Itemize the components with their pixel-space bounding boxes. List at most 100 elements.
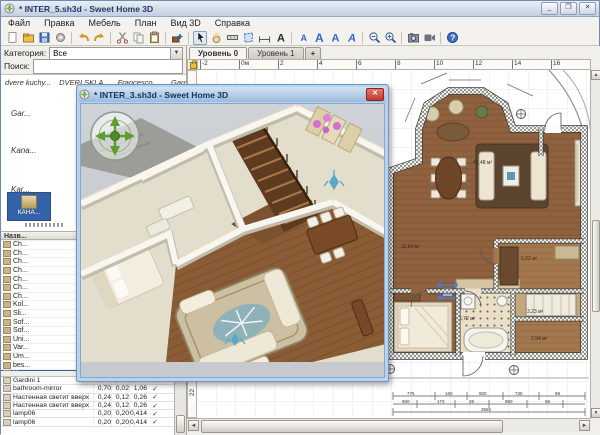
bottom-right-room-floor[interactable] (513, 319, 584, 356)
scroll-left-icon[interactable]: ◄ (188, 420, 199, 431)
3d-view-canvas[interactable] (80, 103, 385, 378)
visible-checkbox[interactable]: ✓ (147, 393, 163, 401)
desk[interactable] (500, 247, 518, 285)
menu-furniture[interactable]: Мебель (82, 17, 128, 30)
increase-text-size-icon[interactable]: A (312, 31, 326, 45)
scrollbar-thumb[interactable] (201, 420, 503, 433)
horizontal-scrollbar[interactable]: ◄ ► (187, 418, 591, 432)
close-button[interactable]: ✕ (579, 2, 596, 15)
undo-icon[interactable] (76, 31, 90, 45)
washing-machine[interactable] (461, 294, 475, 309)
furniture-icon (3, 402, 11, 409)
copy-icon[interactable] (131, 31, 145, 45)
italic-icon[interactable]: A (344, 31, 358, 45)
pan-mode-icon[interactable] (209, 31, 223, 45)
tab-level-0[interactable]: Уровень 0 (189, 47, 247, 59)
armchair[interactable] (449, 100, 463, 114)
help-icon[interactable]: ? (445, 31, 459, 45)
catalog-item[interactable]: Gar... (11, 109, 31, 118)
catalog-item[interactable]: Kana... (11, 146, 36, 155)
paste-icon[interactable] (147, 31, 161, 45)
save-icon[interactable] (37, 31, 51, 45)
visible-checkbox[interactable]: ✓ (147, 410, 163, 418)
furniture-icon (3, 327, 11, 334)
table-row[interactable]: lamp060,200,200,414✓ (1, 418, 187, 426)
menu-file[interactable]: Файл (1, 17, 37, 30)
scrollbar-thumb[interactable] (592, 220, 600, 312)
visible-checkbox[interactable]: ✓ (147, 402, 163, 410)
porch-column (510, 366, 519, 375)
lock-icon[interactable] (190, 62, 197, 69)
catalog-mini-scrollbar[interactable] (25, 223, 65, 227)
create-video-icon[interactable] (422, 31, 436, 45)
room-area-label: 5,32 м² (521, 256, 538, 262)
open-folder-icon[interactable] (21, 31, 35, 45)
minimize-button[interactable]: _ (541, 2, 558, 15)
cut-scissors-icon[interactable] (115, 31, 129, 45)
menu-plan[interactable]: План (128, 17, 164, 30)
ruler-corner (187, 59, 197, 70)
selection-handle[interactable] (454, 283, 458, 287)
add-level-button[interactable]: + (305, 47, 322, 59)
redo-icon[interactable] (92, 31, 106, 45)
menu-3dview[interactable]: Вид 3D (163, 17, 207, 30)
preferences-gear-icon[interactable] (53, 31, 67, 45)
catalog-item-selected[interactable]: КАНА... (7, 192, 51, 221)
scroll-right-icon[interactable]: ► (579, 420, 590, 431)
maximize-button[interactable]: ❐ (560, 2, 577, 15)
scroll-up-icon[interactable]: ▲ (591, 70, 600, 80)
create-rooms-icon[interactable] (241, 31, 255, 45)
new-icon[interactable] (5, 31, 19, 45)
scrollbar-thumb[interactable] (176, 415, 185, 433)
search-input[interactable] (33, 59, 183, 74)
sofa[interactable] (531, 152, 546, 200)
plant[interactable] (476, 106, 488, 118)
furniture-icon (3, 258, 11, 265)
zoom-out-icon[interactable] (367, 31, 381, 45)
furniture-icon (3, 344, 11, 351)
chevron-down-icon[interactable]: ▼ (170, 48, 182, 59)
decrease-text-size-icon[interactable]: A (296, 31, 310, 45)
create-walls-icon[interactable] (225, 31, 239, 45)
title-bar[interactable]: * INTER_5.sh3d - Sweet Home 3D _ ❐ ✕ (1, 1, 599, 17)
menu-help[interactable]: Справка (208, 17, 257, 30)
svg-text:A: A (347, 33, 356, 45)
tab-level-1[interactable]: Уровень 1 (248, 47, 304, 59)
svg-text:900: 900 (402, 399, 410, 404)
furniture-icon (3, 293, 11, 300)
furniture-icon (3, 394, 11, 401)
visible-checkbox[interactable]: ✓ (147, 385, 163, 393)
bedroom-dresser[interactable] (394, 293, 420, 301)
table-scrollbar[interactable] (174, 376, 186, 435)
add-furniture-icon[interactable] (170, 31, 184, 45)
dresser[interactable] (555, 246, 579, 259)
menu-edit[interactable]: Правка (37, 17, 81, 30)
room-area-label: 42,48 м² (473, 160, 492, 166)
zoom-in-icon[interactable] (383, 31, 397, 45)
close-icon[interactable]: ✕ (366, 88, 384, 101)
svg-text:96: 96 (545, 399, 551, 404)
bold-icon[interactable]: A (328, 31, 342, 45)
selection-handle[interactable] (438, 283, 442, 287)
create-photo-icon[interactable] (406, 31, 420, 45)
select-mode-icon[interactable] (193, 31, 207, 45)
sink[interactable] (497, 296, 507, 306)
svg-text:A: A (277, 33, 285, 45)
create-dimensions-icon[interactable] (257, 31, 271, 45)
navigation-compass[interactable] (91, 112, 139, 160)
app-window: * INTER_5.sh3d - Sweet Home 3D _ ❐ ✕ Фай… (0, 0, 600, 434)
add-text-icon[interactable]: A (273, 31, 287, 45)
3d-view-window[interactable]: * INTER_3.sh3d - Sweet Home 3D ✕ (76, 84, 389, 382)
svg-text:A: A (331, 33, 339, 45)
room-area-label: 6,72 м² (459, 316, 476, 322)
furniture-icon (3, 377, 11, 384)
catalog-item[interactable]: dvere kuchy... (1, 78, 55, 87)
dining-table[interactable] (436, 157, 462, 199)
selection-handle[interactable] (438, 296, 442, 300)
3d-window-title-bar[interactable]: * INTER_3.sh3d - Sweet Home 3D ✕ (79, 87, 386, 102)
scroll-down-icon[interactable]: ▼ (591, 408, 600, 418)
svg-text:A: A (300, 33, 307, 43)
visible-checkbox[interactable]: ✓ (147, 418, 163, 426)
vertical-scrollbar[interactable]: ▲ ▼ (590, 70, 600, 418)
furniture-icon (3, 362, 11, 369)
